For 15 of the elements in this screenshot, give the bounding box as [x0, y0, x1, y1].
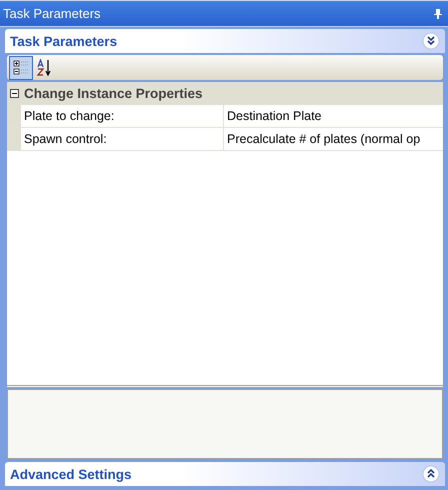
- property-name[interactable]: Plate to change:: [21, 105, 224, 127]
- pin-icon[interactable]: [434, 8, 442, 18]
- collapse-icon[interactable]: [10, 89, 19, 98]
- categorized-view-icon[interactable]: [9, 56, 33, 80]
- panel-header[interactable]: Advanced Settings: [5, 462, 445, 486]
- property-value[interactable]: Precalculate # of plates (normal op: [224, 128, 420, 150]
- panel-title: Task Parameters: [10, 34, 118, 48]
- category-title: Change Instance Properties: [24, 86, 203, 101]
- panel-header[interactable]: Task Parameters: [5, 29, 445, 53]
- window-title: Task Parameters: [3, 6, 101, 21]
- panel-title: Advanced Settings: [10, 466, 132, 482]
- property-name[interactable]: Spawn control:: [21, 128, 224, 150]
- chevron-icon[interactable]: [422, 465, 440, 483]
- property-value[interactable]: Destination Plate: [224, 105, 322, 127]
- chevron-icon[interactable]: [422, 32, 440, 50]
